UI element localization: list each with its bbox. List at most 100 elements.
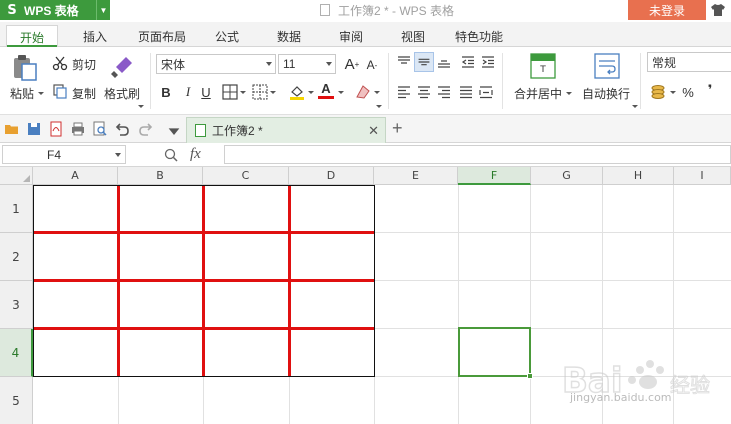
fill-color-icon[interactable] [288,83,306,101]
tab-review[interactable]: 审阅 [330,26,372,47]
cut-button[interactable]: 剪切 [72,56,96,73]
alignment-launcher-icon[interactable] [632,105,638,108]
underline-button[interactable]: U [198,83,214,101]
tab-data[interactable]: 数据 [268,26,310,47]
skin-icon[interactable] [710,2,726,18]
document-tab-label: 工作簿2 * [212,124,263,138]
merge-dropdown-icon[interactable] [566,92,572,95]
font-size-select[interactable]: 11 [278,54,336,74]
row-header-2[interactable]: 2 [0,233,33,281]
column-header-i[interactable]: I [674,167,731,185]
spreadsheet-grid[interactable]: A B C D E F G H I 1 2 3 4 5 Bai 经验 jingy… [0,167,731,424]
app-menu-button[interactable]: S WPS 表格 ▼ [0,0,110,20]
chevron-down-icon [266,62,272,66]
document-tab[interactable]: 工作簿2 * ✕ [186,117,386,143]
increase-indent-icon[interactable] [480,54,496,70]
formula-input[interactable] [224,145,731,164]
copy-icon[interactable] [52,83,68,99]
align-top-icon[interactable] [396,54,412,70]
gridline [374,377,375,424]
clipboard-launcher-icon[interactable] [138,105,144,108]
zoom-formula-icon[interactable] [164,148,178,162]
shrink-font-button[interactable]: A- [364,56,380,74]
tab-insert[interactable]: 插入 [74,26,116,47]
fill-handle[interactable] [527,373,533,379]
paste-button[interactable] [10,53,40,83]
wrap-text-icon[interactable] [594,53,620,79]
wrap-text-button[interactable]: 自动换行 [582,85,630,102]
clear-dropdown-icon[interactable] [374,91,380,94]
number-format-select[interactable]: 常规 [647,52,731,72]
title-bar: S WPS 表格 ▼ 工作簿2 * - WPS 表格 未登录 [0,0,731,22]
font-color-button[interactable]: A [318,81,334,99]
bold-button[interactable]: B [158,83,174,101]
fill-color-dropdown-icon[interactable] [308,91,314,94]
merge-center-icon[interactable]: T [530,53,556,79]
chevron-down-icon [115,153,121,157]
print-preview-icon[interactable] [92,121,108,137]
distributed-icon[interactable] [478,84,494,100]
italic-button[interactable]: I [180,83,196,101]
font-name-select[interactable]: 宋体 [156,54,276,74]
insert-function-button[interactable]: fx [190,146,201,163]
format-painter-icon[interactable] [110,53,136,79]
chevron-down-icon[interactable]: ▼ [96,0,110,20]
borders-icon[interactable] [222,84,238,100]
column-header-b[interactable]: B [118,167,203,185]
currency-dropdown-icon[interactable] [670,91,676,94]
pattern-dropdown-icon[interactable] [270,91,276,94]
tab-page-layout[interactable]: 页面布局 [132,26,192,47]
align-center-icon[interactable] [416,84,432,100]
tab-view[interactable]: 视图 [392,26,434,47]
justify-icon[interactable] [458,84,474,100]
tab-special-features[interactable]: 特色功能 [448,26,510,47]
redo-icon[interactable] [138,121,154,137]
undo-icon[interactable] [114,121,130,137]
customize-dropdown-icon[interactable] [166,123,182,139]
row-header-3[interactable]: 3 [0,281,33,329]
comma-style-button[interactable]: ❜ [702,81,718,99]
font-launcher-icon[interactable] [376,105,382,108]
column-header-d[interactable]: D [289,167,374,185]
tab-home[interactable]: 开始 [6,25,58,48]
clear-format-icon[interactable] [354,83,372,101]
copy-button[interactable]: 复制 [72,85,96,102]
column-header-h[interactable]: H [603,167,674,185]
borders-dropdown-icon[interactable] [240,91,246,94]
align-bottom-icon[interactable] [436,54,452,70]
merge-center-button[interactable]: 合并居中 [514,85,562,102]
scissors-icon[interactable] [52,55,68,71]
name-box[interactable]: F4 [2,145,126,164]
row-header-1[interactable]: 1 [0,185,33,233]
login-button[interactable]: 未登录 [628,0,706,20]
decrease-indent-icon[interactable] [460,54,476,70]
percent-button[interactable]: % [680,83,696,101]
export-pdf-icon[interactable] [48,121,64,137]
paste-dropdown-icon[interactable] [38,92,44,95]
font-color-dropdown-icon[interactable] [338,91,344,94]
grow-font-button[interactable]: A + [344,55,360,73]
open-folder-icon[interactable] [4,121,20,137]
row-header-4[interactable]: 4 [0,329,33,377]
format-painter-button[interactable]: 格式刷 [104,85,140,102]
tab-formulas[interactable]: 公式 [206,26,248,47]
column-header-f[interactable]: F [458,167,531,185]
column-header-a[interactable]: A [33,167,118,185]
select-all-button[interactable] [0,167,33,185]
column-header-c[interactable]: C [203,167,289,185]
align-middle-icon[interactable] [414,52,434,72]
new-tab-button[interactable]: + [392,119,403,137]
column-header-e[interactable]: E [374,167,458,185]
align-left-icon[interactable] [396,84,412,100]
align-right-icon[interactable] [436,84,452,100]
paste-label[interactable]: 粘贴 [10,85,34,102]
row-header-5[interactable]: 5 [0,377,33,424]
close-icon[interactable]: ✕ [368,123,379,139]
print-icon[interactable] [70,121,86,137]
save-icon[interactable] [26,121,42,137]
active-cell-f4[interactable] [458,327,531,377]
currency-icon[interactable] [650,83,668,101]
column-header-g[interactable]: G [531,167,603,185]
fill-pattern-icon[interactable] [252,84,268,100]
baidu-jingyan-watermark: Bai 经验 [561,360,711,402]
